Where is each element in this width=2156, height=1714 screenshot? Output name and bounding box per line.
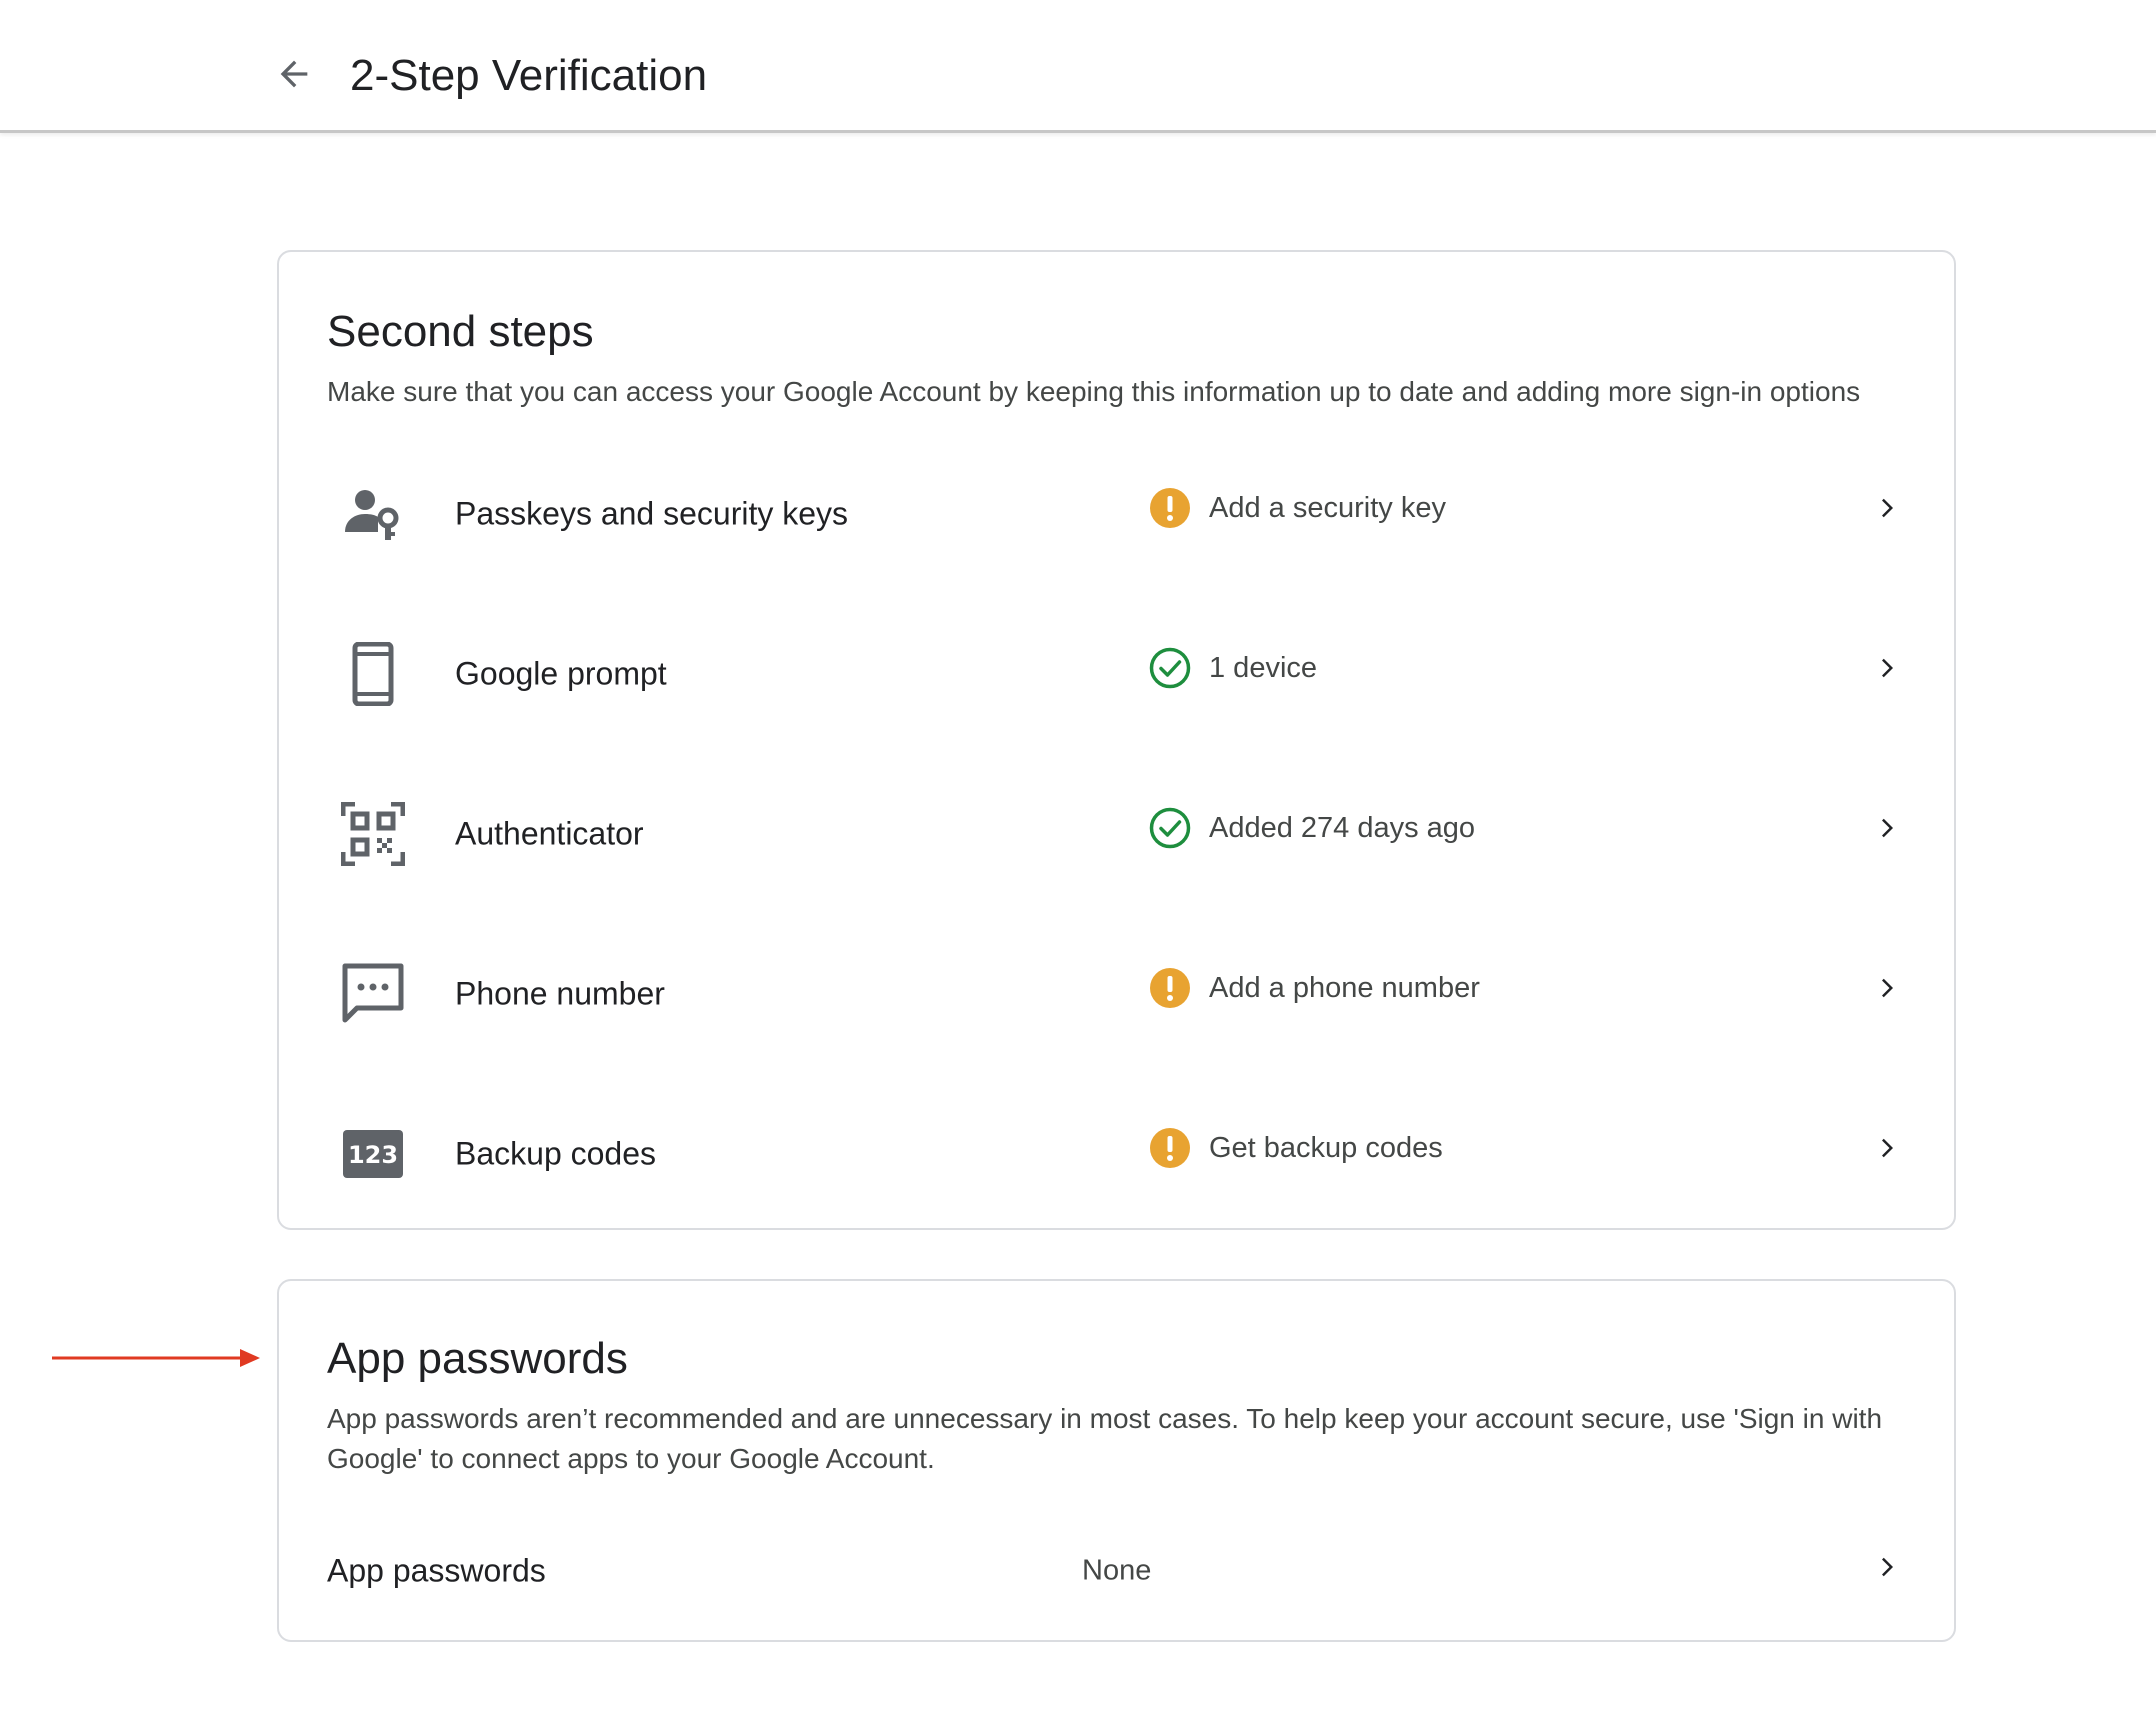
second-steps-description: Make sure that you can access your Googl… xyxy=(327,376,1861,407)
page-title: 2-Step Verification xyxy=(350,51,708,100)
row-google-prompt[interactable]: Google prompt 1 device xyxy=(279,594,1954,754)
warning-icon xyxy=(1150,1128,1190,1168)
row-app-passwords[interactable]: App passwords None xyxy=(279,1531,1954,1611)
app-passwords-description: App passwords aren’t recommended and are… xyxy=(327,1403,1883,1474)
back-button[interactable] xyxy=(270,50,318,98)
chevron-right-icon xyxy=(1870,490,1906,526)
status-text: Added 274 days ago xyxy=(1209,811,1476,844)
row-label: Passkeys and security keys xyxy=(455,495,849,532)
sms-icon xyxy=(339,960,407,1028)
warning-icon xyxy=(1150,488,1190,528)
arrow-back-icon xyxy=(280,60,308,88)
status-text: Add a phone number xyxy=(1209,971,1480,1004)
chevron-right-icon xyxy=(1870,810,1906,846)
row-phone-number[interactable]: Phone number Add a phone number xyxy=(279,914,1954,1074)
status-text: 1 device xyxy=(1209,651,1318,684)
row-backup-codes[interactable]: 123 Backup codes Get backup codes xyxy=(279,1074,1954,1234)
app-passwords-value: None xyxy=(1082,1554,1152,1587)
phone-device-icon xyxy=(339,640,407,708)
backup-codes-icon: 123 xyxy=(339,1120,407,1188)
row-label: Google prompt xyxy=(455,655,667,692)
app-passwords-card: App passwords App passwords aren’t recom… xyxy=(277,1279,1956,1642)
backup-codes-icon-text: 123 xyxy=(348,1141,398,1169)
second-steps-title: Second steps xyxy=(327,307,594,356)
row-label: Backup codes xyxy=(455,1135,657,1172)
row-passkeys-and-security-keys[interactable]: Passkeys and security keys Add a securit… xyxy=(279,434,1954,594)
chevron-right-icon xyxy=(1870,1130,1906,1166)
passkey-icon xyxy=(339,480,407,548)
annotation-arrow-icon xyxy=(52,1349,260,1367)
row-status: 1 device xyxy=(1149,647,1317,689)
row-status: Get backup codes xyxy=(1149,1127,1443,1169)
row-status: Add a security key xyxy=(1149,487,1446,529)
chevron-right-icon xyxy=(1870,970,1906,1006)
row-label: Phone number xyxy=(455,975,665,1012)
row-status: Added 274 days ago xyxy=(1149,807,1475,849)
check-circle-icon xyxy=(1149,807,1191,849)
qr-code-icon xyxy=(339,800,407,868)
status-text: Get backup codes xyxy=(1209,1131,1443,1164)
row-label: App passwords xyxy=(327,1552,546,1589)
warning-icon xyxy=(1150,968,1190,1008)
status-text: Add a security key xyxy=(1209,491,1446,524)
app-passwords-title: App passwords xyxy=(327,1334,628,1383)
chevron-right-icon xyxy=(1870,650,1906,686)
row-authenticator[interactable]: Authenticator Added 274 days ago xyxy=(279,754,1954,914)
top-app-bar: 2-Step Verification xyxy=(0,0,2156,133)
row-status: Add a phone number xyxy=(1149,967,1480,1009)
second-steps-card: Second steps Make sure that you can acce… xyxy=(277,250,1956,1230)
row-label: Authenticator xyxy=(455,815,644,852)
chevron-right-icon xyxy=(1870,1549,1906,1585)
check-circle-icon xyxy=(1149,647,1191,689)
